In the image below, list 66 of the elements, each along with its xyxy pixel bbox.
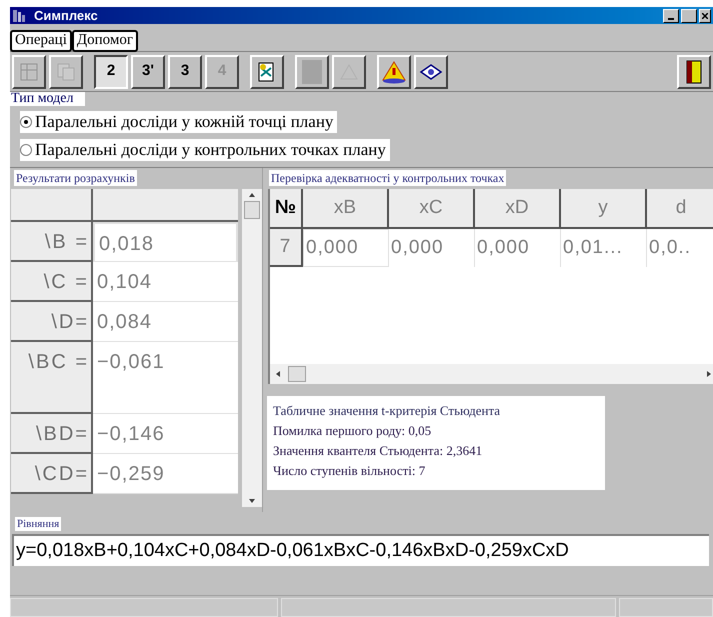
- eye-icon: [419, 62, 443, 80]
- scroll-right-icon[interactable]: [707, 371, 711, 377]
- warning-icon: [381, 60, 407, 84]
- group-title: Табличне значення t-критерія Стьюдента: [273, 402, 500, 419]
- column-header: №: [270, 189, 303, 229]
- pages-icon: [56, 62, 76, 82]
- row-header: \BC =: [11, 342, 93, 414]
- toolbar-button[interactable]: 3': [131, 54, 165, 88]
- minimize-button[interactable]: [663, 8, 679, 22]
- radio-button[interactable]: [20, 144, 32, 156]
- table-cell: 0,01...: [561, 229, 647, 267]
- radio-option[interactable]: Паралельні досліди у кожній точці плану: [20, 111, 338, 133]
- group-title: Тип модел: [10, 92, 86, 106]
- horizontal-scrollbar[interactable]: [270, 364, 713, 384]
- square-icon: [301, 58, 323, 84]
- column-header: xB: [303, 189, 389, 229]
- table-cell: 0,018: [93, 222, 238, 262]
- toolbar-button[interactable]: 3: [168, 54, 202, 88]
- table-cell: −0,061: [93, 342, 238, 414]
- table-cell: 0,000: [303, 229, 389, 267]
- group-title: Результати розрахунків: [14, 170, 137, 186]
- info-text: Помилка першого роду: 0,05: [273, 422, 432, 439]
- group-title: Рівняння: [15, 517, 62, 531]
- menu-item[interactable]: Допомог: [72, 30, 138, 52]
- row-header: \C =: [11, 262, 93, 302]
- row-header: \B =: [11, 222, 93, 262]
- column-header: y: [561, 189, 647, 229]
- toolbar-button[interactable]: [414, 54, 448, 88]
- table-cell: −0,146: [93, 414, 238, 454]
- table-icon: [19, 62, 39, 82]
- radio-button[interactable]: [20, 116, 32, 128]
- table-cell: 0,084: [93, 302, 238, 342]
- table-cell: 0,000: [389, 229, 475, 267]
- door-icon: [685, 60, 703, 84]
- app-icon: [12, 8, 26, 22]
- column-header: xD: [475, 189, 561, 229]
- equation-field[interactable]: y=0,018xB+0,104xC+0,084xD-0,061xBxC-0,146xBxD-0,259xCxD: [12, 534, 709, 566]
- table-cell: 0,000: [475, 229, 561, 267]
- minimize-icon: [668, 18, 674, 20]
- close-button[interactable]: [699, 8, 711, 22]
- scroll-thumb[interactable]: [244, 201, 260, 219]
- row-header: \BD=: [11, 414, 93, 454]
- table-cell: 7: [270, 229, 303, 267]
- toolbar-button[interactable]: [250, 54, 284, 88]
- exit-button[interactable]: [677, 54, 711, 88]
- column-header: xC: [389, 189, 475, 229]
- close-icon: [702, 12, 708, 18]
- info-text: Значення квантеля Стьюдента: 2,3641: [273, 442, 484, 459]
- info-text: Число ступенів вільності: 7: [273, 462, 426, 479]
- column-header: d: [647, 189, 713, 229]
- window-title: Симплекс: [34, 6, 98, 25]
- radio-option[interactable]: Паралельні досліди у контрольних точках плану: [20, 139, 390, 161]
- group-title: Перевірка адекватності у контрольних точках: [269, 170, 506, 186]
- maximize-button[interactable]: [681, 8, 697, 22]
- scroll-down-icon[interactable]: [249, 499, 255, 503]
- menu-item[interactable]: Операці: [10, 30, 72, 52]
- scrollbar[interactable]: [242, 189, 262, 507]
- row-header: \D=: [11, 302, 93, 342]
- row-header: \CD=: [11, 454, 93, 494]
- scroll-left-icon[interactable]: [276, 371, 280, 377]
- table-cell: −0,259: [93, 454, 238, 494]
- toolbar-button[interactable]: [377, 54, 411, 88]
- scroll-up-icon[interactable]: [249, 193, 255, 197]
- table-cell: 0,104: [93, 262, 238, 302]
- scroll-thumb[interactable]: [288, 366, 306, 382]
- toolbar-button[interactable]: 2: [94, 54, 128, 88]
